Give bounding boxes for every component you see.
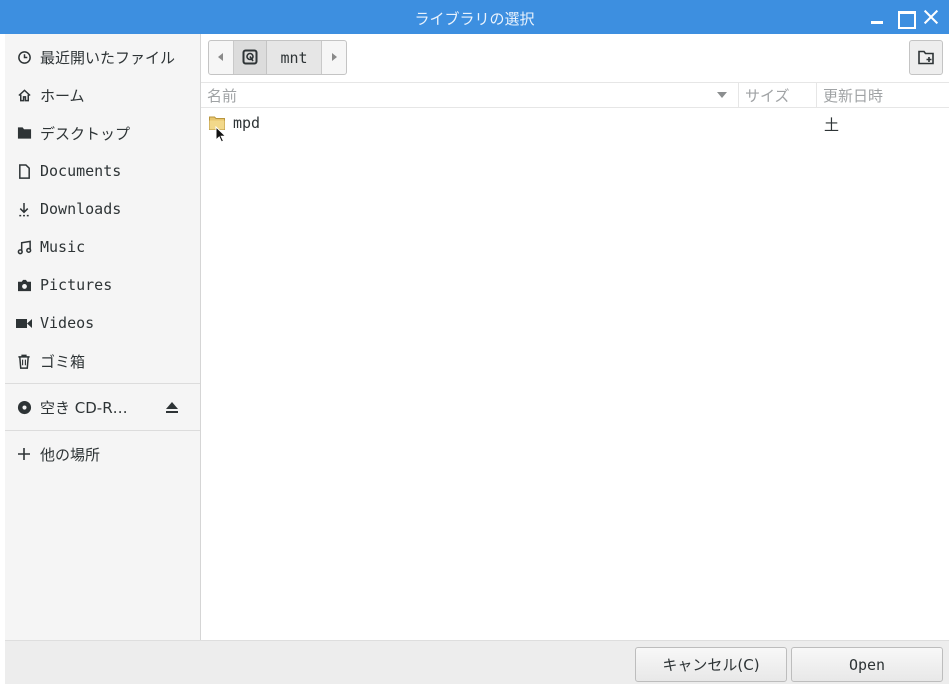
sidebar-item-label: Videos: [40, 314, 95, 332]
new-folder-icon: [917, 50, 934, 65]
document-icon: [16, 163, 32, 179]
cancel-button[interactable]: キャンセル(C): [635, 647, 787, 682]
download-icon: [16, 201, 32, 217]
recent-icon: [16, 49, 32, 65]
sidebar-item-label: Music: [40, 238, 86, 256]
sidebar-item-label: ゴミ箱: [40, 352, 86, 371]
sidebar-item-pictures[interactable]: Pictures: [5, 267, 200, 303]
sidebar-item-videos[interactable]: Videos: [5, 305, 200, 341]
sidebar-item-cd[interactable]: 空き CD-R…: [5, 389, 200, 425]
column-label: 更新日時: [823, 86, 884, 105]
open-button[interactable]: Open: [791, 647, 943, 682]
close-button[interactable]: [922, 8, 940, 26]
file-name: mpd: [233, 114, 261, 132]
sidebar-separator: [5, 383, 200, 384]
arrow-right-icon: [332, 53, 337, 61]
sidebar-item-label: 他の場所: [40, 445, 101, 464]
cancel-button-label: キャンセル(C): [662, 656, 760, 674]
plus-icon: [16, 446, 32, 462]
file-row[interactable]: mpd 土: [201, 110, 949, 138]
arrow-left-icon: [218, 53, 223, 61]
column-header-modified[interactable]: 更新日時: [816, 83, 942, 107]
open-button-label: Open: [848, 655, 886, 674]
sidebar-separator: [5, 430, 200, 431]
column-header-name[interactable]: 名前: [207, 83, 737, 107]
sidebar-item-music[interactable]: Music: [5, 229, 200, 265]
sidebar-item-desktop[interactable]: デスクトップ: [5, 115, 200, 151]
minimize-button[interactable]: [868, 8, 886, 26]
file-list-header: 名前 サイズ 更新日時: [201, 82, 949, 108]
path-scroll-left-button[interactable]: [209, 41, 234, 74]
sidebar-item-label: 空き CD-R…: [40, 398, 128, 417]
column-label: 名前: [207, 86, 238, 105]
sidebar-item-downloads[interactable]: Downloads: [5, 191, 200, 227]
eject-icon[interactable]: [165, 400, 179, 414]
sidebar-item-label: Documents: [40, 162, 122, 180]
sort-descending-icon: [717, 92, 727, 98]
title-bar: ライブラリの選択: [0, 0, 949, 34]
camera-icon: [16, 277, 32, 293]
maximize-button[interactable]: [896, 8, 916, 29]
sidebar-item-home[interactable]: ホーム: [5, 77, 200, 113]
column-header-size[interactable]: サイズ: [738, 83, 816, 107]
new-folder-button[interactable]: [909, 40, 943, 75]
file-modified: 土: [824, 116, 840, 134]
column-label: サイズ: [745, 86, 790, 105]
places-sidebar: 最近開いたファイル ホーム デスクトップ Documents Downloads…: [5, 34, 201, 640]
sidebar-item-label: Pictures: [40, 276, 113, 294]
home-icon: [16, 87, 32, 103]
path-root-button[interactable]: [234, 41, 267, 74]
sidebar-item-documents[interactable]: Documents: [5, 153, 200, 189]
drive-icon: [242, 49, 258, 65]
sidebar-item-label: Downloads: [40, 200, 122, 218]
path-segment-mnt[interactable]: mnt: [267, 41, 322, 74]
video-icon: [16, 315, 32, 331]
sidebar-item-trash[interactable]: ゴミ箱: [5, 343, 200, 379]
sidebar-item-recent[interactable]: 最近開いたファイル: [5, 39, 200, 75]
sidebar-item-label: デスクトップ: [40, 124, 131, 143]
window-title: ライブラリの選択: [414, 10, 535, 28]
sidebar-item-label: ホーム: [40, 86, 85, 105]
path-bar: mnt: [208, 40, 347, 75]
desktop-folder-icon: [16, 125, 32, 141]
path-scroll-right-button[interactable]: [322, 41, 346, 74]
sidebar-item-label: 最近開いたファイル: [40, 48, 176, 67]
sidebar-item-other-locations[interactable]: 他の場所: [5, 436, 200, 472]
trash-icon: [16, 353, 32, 369]
dialog-action-bar: キャンセル(C) Open: [5, 640, 949, 684]
cd-icon: [16, 399, 32, 415]
mouse-pointer-icon: [215, 126, 227, 143]
music-icon: [16, 239, 32, 255]
